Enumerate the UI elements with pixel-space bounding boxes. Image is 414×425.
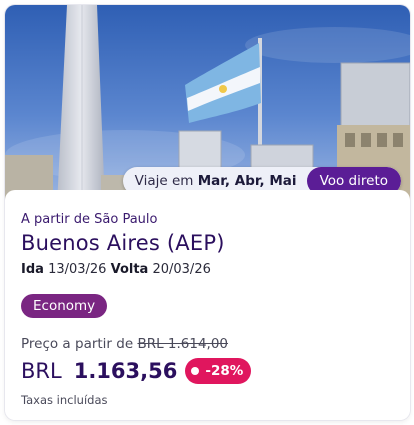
origin-label: A partir de São Paulo bbox=[21, 212, 158, 227]
trip-dates: Ida 13/03/26 Volta 20/03/26 bbox=[21, 262, 211, 277]
currency-label: BRL bbox=[21, 359, 62, 383]
taxes-note: Taxas incluídas bbox=[21, 393, 108, 407]
offer-details: A partir de São Paulo Buenos Aires (AEP)… bbox=[5, 190, 410, 420]
flight-offer-card[interactable]: Viaje em Mar, Abr, Mai Voo direto A part… bbox=[5, 5, 410, 420]
dot-icon bbox=[191, 367, 200, 375]
discount-badge: -28% bbox=[185, 358, 252, 384]
outbound-date: 13/03/26 bbox=[48, 262, 107, 277]
outbound-label: Ida bbox=[21, 262, 44, 277]
return-date: 20/03/26 bbox=[152, 262, 211, 277]
cabin-class-badge: Economy bbox=[21, 294, 108, 318]
from-price-line: Preço a partir de BRL 1.614,00 bbox=[21, 336, 228, 352]
from-price-label: Preço a partir de bbox=[21, 336, 138, 352]
old-price: BRL 1.614,00 bbox=[137, 336, 229, 352]
price-amount: 1.163,56 bbox=[73, 359, 178, 383]
discount-value: -28% bbox=[205, 363, 244, 379]
price-row: BRL 1.163,56 -28% bbox=[21, 356, 252, 386]
return-label: Volta bbox=[110, 262, 149, 277]
destination-title[interactable]: Buenos Aires (AEP) bbox=[21, 231, 225, 255]
travel-period: Viaje em Mar, Abr, Mai bbox=[134, 173, 297, 189]
